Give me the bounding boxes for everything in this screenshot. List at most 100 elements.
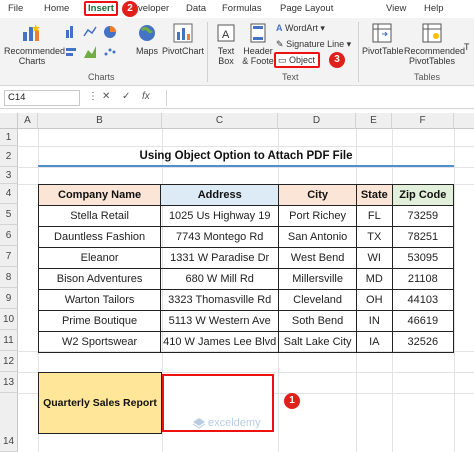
text-box-label-1: Text <box>217 46 235 56</box>
cell-zip[interactable]: 44103 <box>391 289 455 311</box>
cell-address[interactable]: 3323 Thomasville Rd <box>160 289 280 311</box>
row-header-12[interactable]: 12 <box>0 351 18 372</box>
cell-state[interactable]: MD <box>355 268 393 290</box>
row-header-11[interactable]: 11 <box>0 330 18 351</box>
select-all-corner[interactable] <box>0 113 18 129</box>
name-box[interactable]: C14 <box>4 90 80 106</box>
cell-zip[interactable]: 46619 <box>391 310 455 332</box>
tab-data[interactable]: Data <box>186 2 206 16</box>
cancel-icon[interactable]: ✕ <box>102 91 110 102</box>
table-button-cutoff[interactable]: T <box>464 42 470 52</box>
sheet-title: Using Object Option to Attach PDF File <box>139 150 353 162</box>
recommended-pivottables-button[interactable]: Recommended PivotTables <box>404 22 465 66</box>
cell-address[interactable]: 5113 W Western Ave <box>160 310 280 332</box>
recommended-charts-label-1: Recommended <box>4 46 66 56</box>
cell-company[interactable]: Bison Adventures <box>37 268 162 290</box>
column-header-d[interactable]: D <box>278 113 356 129</box>
cell-state[interactable]: IA <box>355 331 393 353</box>
cell-state[interactable]: WI <box>355 247 393 269</box>
enter-check-icon[interactable]: ✓ <box>122 91 130 102</box>
tab-view[interactable]: View <box>386 2 406 16</box>
column-header-e[interactable]: E <box>356 113 392 129</box>
header-state[interactable]: State <box>355 184 393 206</box>
cell-company[interactable]: Prime Boutique <box>37 310 162 332</box>
cell-city[interactable]: San Antonio <box>278 226 357 248</box>
cell-city[interactable]: West Bend <box>278 247 357 269</box>
column-header-c[interactable]: C <box>162 113 278 129</box>
cell-zip[interactable]: 78251 <box>391 226 455 248</box>
row-header-5[interactable]: 5 <box>0 204 18 225</box>
column-header-g[interactable] <box>454 113 474 129</box>
pivottable-button[interactable]: PivotTable <box>362 22 404 56</box>
recommended-charts-button[interactable]: Recommended Charts <box>4 22 65 66</box>
column-header-f[interactable]: F <box>392 113 454 129</box>
row-header-4[interactable]: 4 <box>0 184 18 204</box>
object-button[interactable]: ▭ Object <box>274 52 321 68</box>
cell-company[interactable]: Stella Retail <box>37 205 162 227</box>
pivotchart-button[interactable]: PivotChart <box>162 22 204 56</box>
cell-address[interactable]: 1331 W Paradise Dr <box>160 247 280 269</box>
tab-developer[interactable]: veloper <box>138 2 169 16</box>
cell-state[interactable]: FL <box>355 205 393 227</box>
row-header-10[interactable]: 10 <box>0 309 18 330</box>
row-header-13[interactable]: 13 <box>0 372 18 393</box>
chevron-down-icon: ▾ <box>346 39 352 49</box>
cell-address[interactable]: 410 W James Lee Blvd <box>160 331 280 353</box>
tab-insert[interactable]: Insert <box>84 1 118 16</box>
cell-company[interactable]: Dauntless Fashion <box>37 226 162 248</box>
cell-address[interactable]: 7743 Montego Rd <box>160 226 280 248</box>
tab-home[interactable]: Home <box>44 2 69 16</box>
row-header-6[interactable]: 6 <box>0 225 18 246</box>
tables-group-label: Tables <box>414 72 441 82</box>
header-address[interactable]: Address <box>160 184 280 206</box>
row-header-14[interactable]: 14 <box>0 393 18 452</box>
cell-city[interactable]: Salt Lake City <box>278 331 357 353</box>
cell-state[interactable]: OH <box>355 289 393 311</box>
cell-city[interactable]: Cleveland <box>278 289 357 311</box>
tab-formulas[interactable]: Formulas <box>222 2 262 16</box>
row-header-9[interactable]: 9 <box>0 288 18 309</box>
row-header-1[interactable]: 1 <box>0 129 18 146</box>
recommended-charts-icon <box>23 24 40 41</box>
column-header-b[interactable]: B <box>38 113 162 129</box>
cell-address[interactable]: 1025 Us Highway 19 <box>160 205 280 227</box>
tab-help[interactable]: Help <box>424 2 444 16</box>
row-header-7[interactable]: 7 <box>0 246 18 267</box>
row-header-2[interactable]: 2 <box>0 146 18 167</box>
maps-button[interactable]: Maps <box>134 22 160 56</box>
more-options-icon[interactable]: ⋮ <box>88 91 98 102</box>
header-zip-code[interactable]: Zip Code <box>391 184 455 206</box>
formula-input[interactable] <box>166 90 470 106</box>
cell-state[interactable]: TX <box>355 226 393 248</box>
column-header-a[interactable]: A <box>18 113 38 129</box>
pivottable-label: PivotTable <box>362 46 404 56</box>
row-header-3[interactable]: 3 <box>0 167 18 184</box>
cell-zip[interactable]: 53095 <box>391 247 455 269</box>
cell-zip[interactable]: 73259 <box>391 205 455 227</box>
cell-company[interactable]: W2 Sportswear <box>37 331 162 353</box>
cell-zip[interactable]: 21108 <box>391 268 455 290</box>
globe-map-icon <box>139 25 155 41</box>
pivotchart-icon <box>173 23 193 43</box>
wordart-button[interactable]: A WordArt ▾ <box>276 22 325 34</box>
cell-city[interactable]: Millersville <box>278 268 357 290</box>
cell-address[interactable]: 680 W Mill Rd <box>160 268 280 290</box>
header-footer-icon <box>250 23 266 43</box>
tab-file[interactable]: File <box>8 2 23 16</box>
insert-function-icon[interactable]: fx <box>142 91 150 102</box>
tab-page-layout[interactable]: Page Layout <box>280 2 333 16</box>
header-footer-button[interactable]: Header & Foote <box>242 22 274 66</box>
cell-zip[interactable]: 32526 <box>391 331 455 353</box>
cell-company[interactable]: Eleanor <box>37 247 162 269</box>
table-row: Eleanor 1331 W Paradise Dr West Bend WI … <box>37 247 455 269</box>
header-city[interactable]: City <box>278 184 357 206</box>
row-header-8[interactable]: 8 <box>0 267 18 288</box>
maps-label: Maps <box>135 46 158 56</box>
cell-company[interactable]: Warton Tailors <box>37 289 162 311</box>
cell-city[interactable]: Port Richey <box>278 205 357 227</box>
header-company-name[interactable]: Company Name <box>37 184 162 206</box>
cell-city[interactable]: Soth Bend <box>278 310 357 332</box>
text-box-button[interactable]: A Text Box <box>212 22 240 66</box>
cell-state[interactable]: IN <box>355 310 393 332</box>
signature-line-button[interactable]: ✎ Signature Line ▾ <box>276 38 351 50</box>
